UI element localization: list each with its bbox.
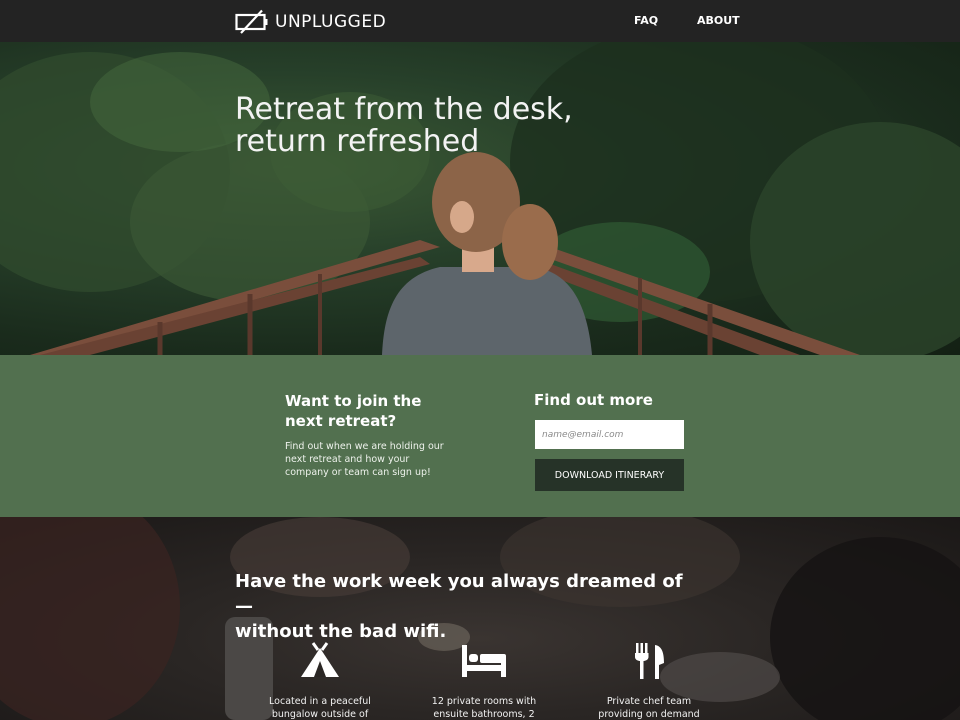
feature-chef: Private chef team providing on demand <box>589 641 709 720</box>
features-heading: Have the work week you always dreamed of… <box>235 569 705 644</box>
feature-location: Located in a peaceful bungalow outside o… <box>260 641 380 720</box>
features-heading-line1: Have the work week you always dreamed of… <box>235 571 683 617</box>
features-heading-line2: without the bad wifi. <box>235 621 447 642</box>
signup-heading-line1: Want to join the <box>285 392 422 410</box>
signup-description: Find out when we are holding our next re… <box>285 441 444 478</box>
signup-section: Want to join the next retreat? Find out … <box>0 355 960 517</box>
nav-link-about[interactable]: ABOUT <box>697 14 740 27</box>
unplugged-battery-icon <box>235 9 269 35</box>
signup-heading: Want to join the next retreat? <box>285 391 485 431</box>
hero-title-line1: Retreat from the desk, <box>235 92 573 127</box>
brand-name: UNPLUGGED <box>275 12 387 32</box>
email-input[interactable] <box>535 420 684 449</box>
feature-chef-line2: providing on demand <box>598 709 700 720</box>
features-section: Have the work week you always dreamed of… <box>0 517 960 720</box>
hero-title-line2: return refreshed <box>235 124 480 159</box>
feature-rooms-text: 12 private rooms with ensuite bathrooms,… <box>424 695 544 720</box>
top-navigation-bar: UNPLUGGED FAQ ABOUT <box>0 0 960 42</box>
nav-link-faq[interactable]: FAQ <box>634 14 658 27</box>
fork-knife-icon <box>624 641 674 681</box>
feature-chef-line1: Private chef team <box>606 696 692 707</box>
download-itinerary-button[interactable]: DOWNLOAD ITINERARY <box>535 459 684 491</box>
feature-rooms: 12 private rooms with ensuite bathrooms,… <box>424 641 544 720</box>
find-out-more-heading: Find out more <box>534 391 653 409</box>
hero-background-image <box>0 42 960 355</box>
tent-icon <box>295 641 345 681</box>
feature-location-line2: bungalow outside of <box>271 709 369 720</box>
feature-rooms-line2: ensuite bathrooms, 2 <box>433 709 535 720</box>
hero-title: Retreat from the desk, return refreshed <box>235 94 655 158</box>
brand-logo[interactable]: UNPLUGGED <box>235 9 386 35</box>
feature-chef-text: Private chef team providing on demand <box>589 695 709 720</box>
feature-rooms-line1: 12 private rooms with <box>431 696 537 707</box>
feature-location-line1: Located in a peaceful <box>269 696 371 707</box>
feature-location-text: Located in a peaceful bungalow outside o… <box>260 695 380 720</box>
hero-section: Retreat from the desk, return refreshed <box>0 42 960 355</box>
bed-icon <box>459 641 509 681</box>
signup-heading-line2: next retreat? <box>285 412 397 430</box>
